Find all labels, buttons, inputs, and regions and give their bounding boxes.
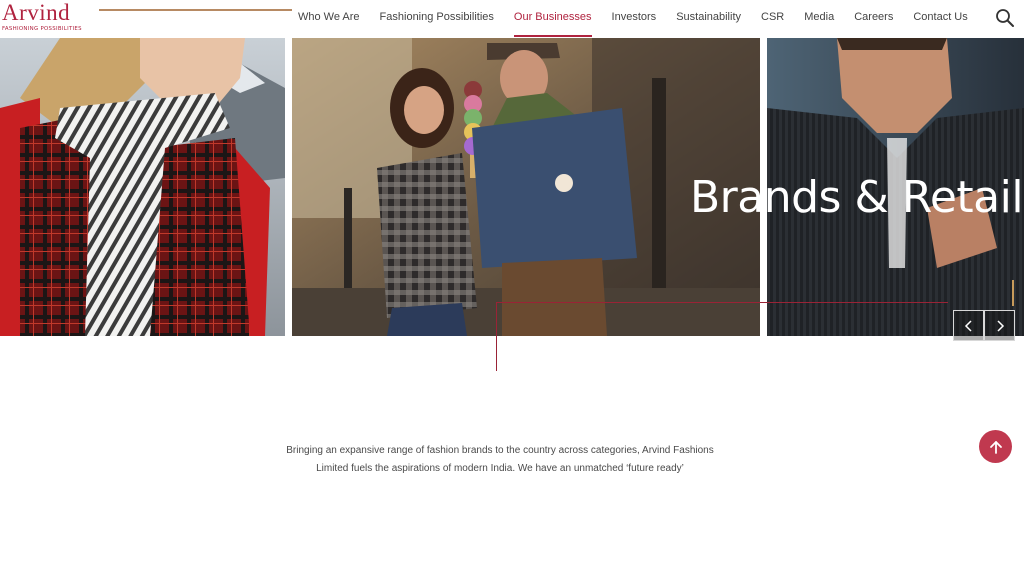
nav-item-careers[interactable]: Careers bbox=[844, 0, 903, 38]
logo-wordmark: Arvind bbox=[2, 0, 71, 25]
site-header: Arvind FASHIONING POSSIBILITIES Who We A… bbox=[0, 0, 1024, 38]
connector-line-vertical bbox=[496, 302, 497, 371]
carousel-prev-button[interactable] bbox=[953, 310, 984, 341]
arvind-logo[interactable]: Arvind FASHIONING POSSIBILITIES bbox=[2, 0, 94, 34]
logo-tagline: FASHIONING POSSIBILITIES bbox=[2, 26, 82, 32]
nav-item-who-we-are[interactable]: Who We Are bbox=[288, 0, 370, 38]
search-button[interactable] bbox=[994, 7, 1016, 29]
nav-item-investors[interactable]: Investors bbox=[602, 0, 667, 38]
nav-item-contact-us[interactable]: Contact Us bbox=[903, 0, 977, 38]
hero-title: Brands & Retail bbox=[690, 172, 1024, 223]
header-divider bbox=[99, 9, 292, 11]
chevron-right-icon bbox=[996, 319, 1004, 332]
scroll-to-top-button[interactable] bbox=[979, 430, 1012, 463]
nav-item-fashioning-possibilities[interactable]: Fashioning Possibilities bbox=[370, 0, 504, 38]
nav-item-media[interactable]: Media bbox=[794, 0, 844, 38]
hero-banner: Brands & Retail bbox=[0, 38, 1024, 341]
arrow-up-icon bbox=[989, 440, 1002, 454]
nav-item-our-businesses[interactable]: Our Businesses bbox=[504, 0, 602, 38]
search-icon bbox=[996, 9, 1014, 27]
nav-item-csr[interactable]: CSR bbox=[751, 0, 794, 38]
intro-paragraph: Bringing an expansive range of fashion b… bbox=[286, 445, 714, 474]
chevron-left-icon bbox=[964, 319, 972, 332]
hero-image-plaid-vest bbox=[0, 38, 285, 336]
connector-line-horizontal bbox=[496, 302, 948, 303]
main-nav: Who We Are Fashioning Possibilities Our … bbox=[288, 0, 978, 38]
accent-tick bbox=[1012, 280, 1014, 306]
carousel-next-button[interactable] bbox=[984, 310, 1015, 341]
nav-item-sustainability[interactable]: Sustainability bbox=[666, 0, 751, 38]
